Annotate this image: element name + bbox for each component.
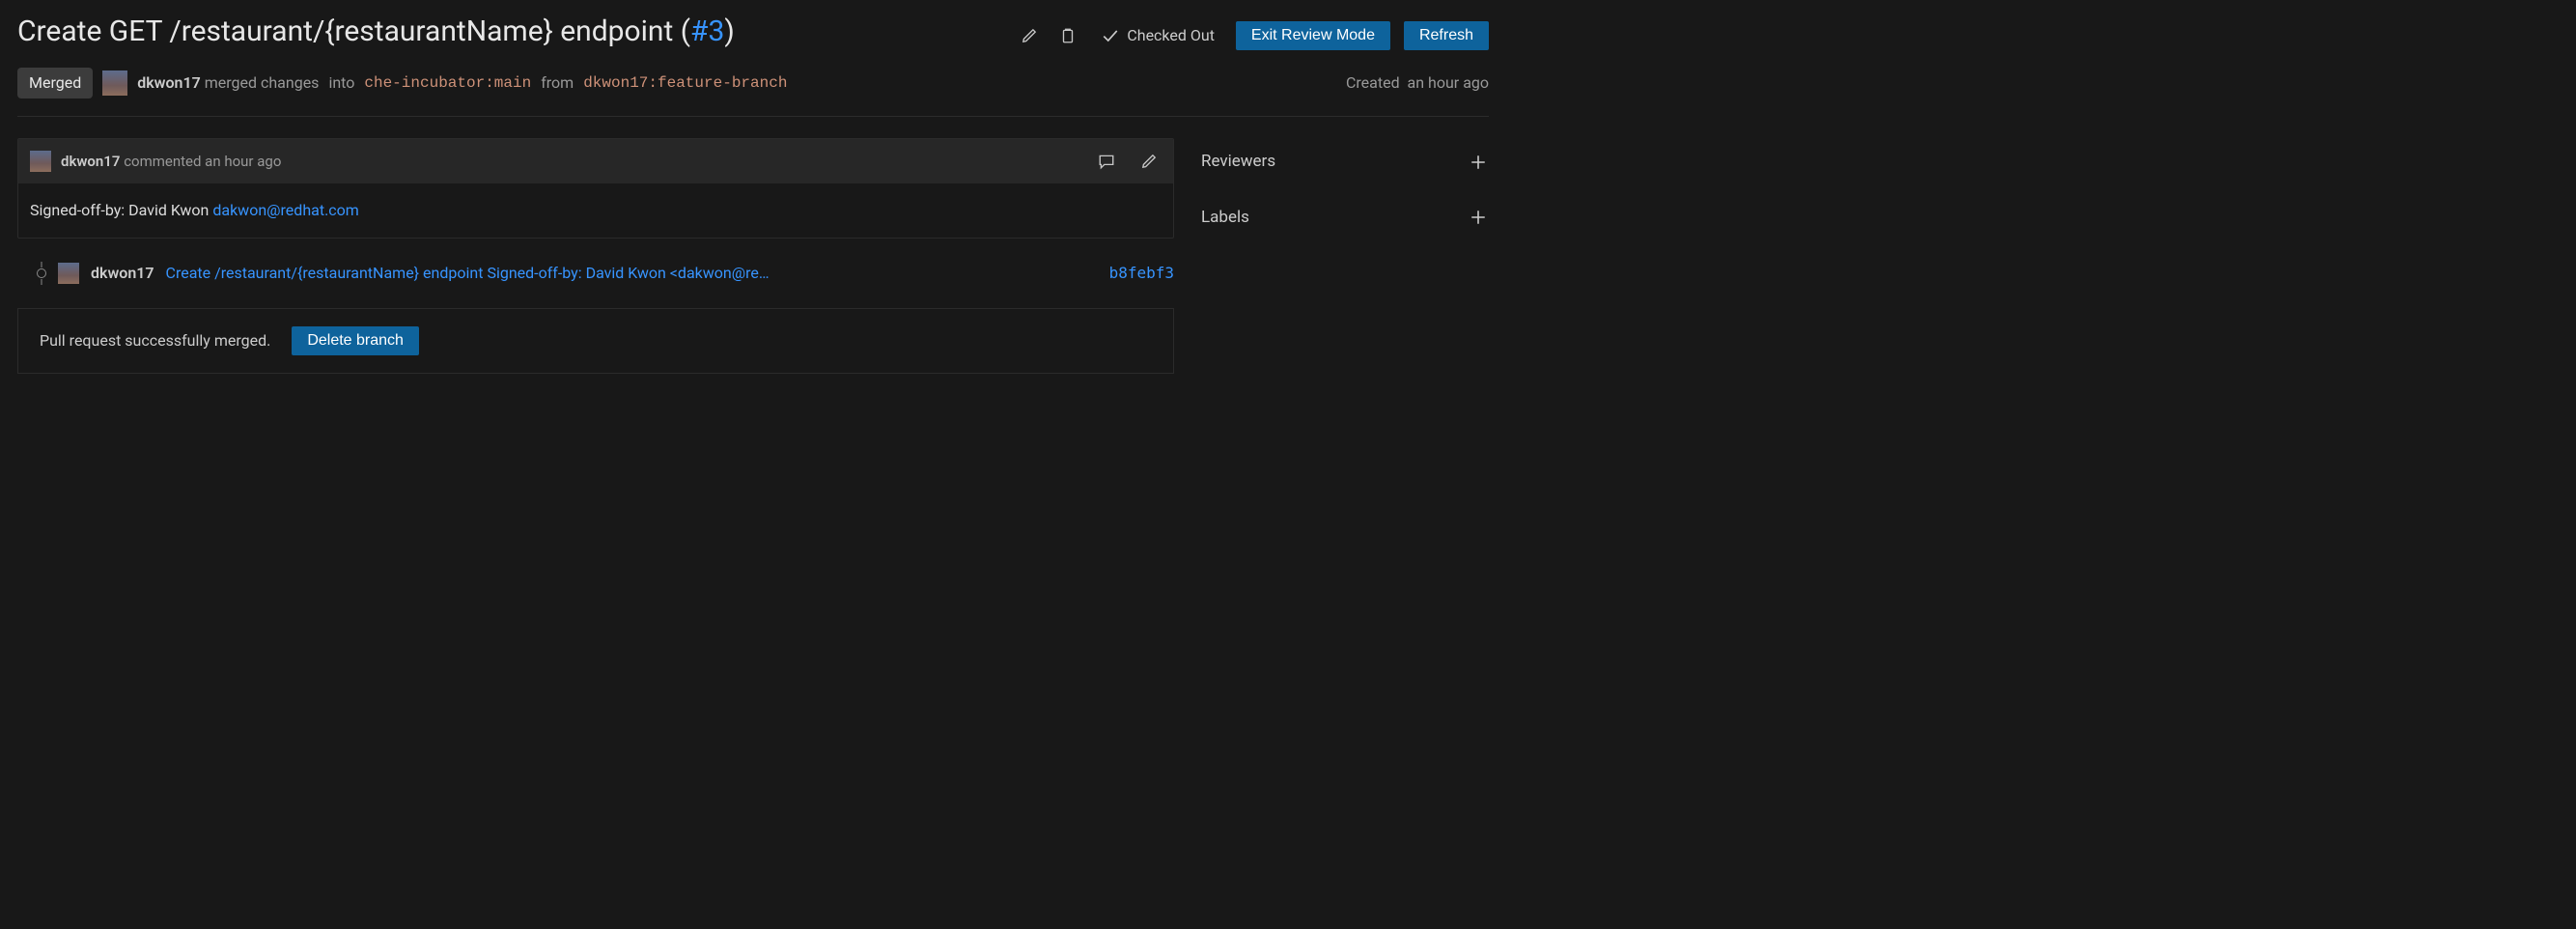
labels-label: Labels [1201, 206, 1249, 231]
edit-comment-button[interactable] [1136, 149, 1162, 174]
comment-icon [1098, 153, 1115, 170]
source-branch: dkwon17:feature-branch [583, 71, 787, 95]
delete-branch-button[interactable]: Delete branch [292, 326, 419, 355]
status-badge: Merged [17, 68, 93, 99]
pr-subheader: Merged dkwon17 merged changes into che-i… [17, 68, 1489, 99]
comment-body: Signed-off-by: David Kwon dakwon@redhat.… [18, 183, 1173, 238]
comment-box: dkwon17 commented an hour ago Signed-off… [17, 138, 1174, 239]
sidebar: Reviewers Labels [1199, 138, 1489, 251]
comment-action: commented an hour ago [124, 153, 281, 170]
reply-button[interactable] [1094, 149, 1119, 174]
checked-out-label: Checked Out [1127, 24, 1215, 47]
avatar [30, 151, 51, 172]
main-column: dkwon17 commented an hour ago Signed-off… [17, 138, 1174, 374]
copy-button[interactable] [1055, 23, 1080, 48]
refresh-button[interactable]: Refresh [1404, 21, 1489, 50]
commit-author[interactable]: dkwon17 [91, 262, 154, 285]
edit-title-button[interactable] [1017, 23, 1042, 48]
comment-text: Signed-off-by: David Kwon [30, 201, 212, 219]
plus-icon [1470, 154, 1487, 171]
reviewers-section: Reviewers [1199, 140, 1489, 196]
commit-row: dkwon17 Create /restaurant/{restaurantNa… [17, 239, 1174, 308]
target-branch: che-incubator:main [364, 71, 531, 95]
avatar [58, 263, 79, 284]
plus-icon [1470, 209, 1487, 226]
pr-body: dkwon17 commented an hour ago Signed-off… [17, 138, 1489, 374]
labels-section: Labels [1199, 196, 1489, 252]
comment-author[interactable]: dkwon17 [61, 153, 120, 170]
clipboard-icon [1059, 27, 1077, 44]
created-time: Created an hour ago [1346, 71, 1489, 95]
merged-by-user[interactable]: dkwon17 [137, 73, 201, 92]
add-reviewer-button[interactable] [1470, 154, 1487, 171]
pr-number-link[interactable]: #3 [690, 14, 724, 48]
merged-status-box: Pull request successfully merged. Delete… [17, 308, 1174, 374]
merged-changes-label: merged changes [205, 73, 320, 92]
commit-sha-link[interactable]: b8febf3 [1109, 262, 1174, 285]
comment-header: dkwon17 commented an hour ago [18, 139, 1173, 183]
pr-title-text: Create GET /restaurant/{restaurantName} … [17, 14, 673, 48]
divider [17, 116, 1489, 117]
pr-title: Create GET /restaurant/{restaurantName} … [17, 14, 1003, 50]
merged-message: Pull request successfully merged. [40, 329, 270, 352]
reviewers-label: Reviewers [1201, 150, 1275, 175]
into-label: into [328, 71, 354, 95]
commit-dot-icon [37, 268, 46, 278]
checked-out-status: Checked Out [1094, 24, 1222, 47]
pr-header: Create GET /restaurant/{restaurantName} … [17, 14, 1489, 50]
header-actions: Checked Out Exit Review Mode Refresh [1017, 14, 1489, 50]
commit-message-link[interactable]: Create /restaurant/{restaurantName} endp… [166, 262, 1098, 285]
avatar [102, 70, 127, 96]
pencil-icon [1021, 27, 1038, 44]
from-label: from [541, 71, 574, 95]
pencil-icon [1140, 153, 1158, 170]
add-label-button[interactable] [1470, 209, 1487, 226]
email-link[interactable]: dakwon@redhat.com [212, 201, 358, 219]
check-icon [1102, 27, 1119, 44]
exit-review-button[interactable]: Exit Review Mode [1236, 21, 1390, 50]
